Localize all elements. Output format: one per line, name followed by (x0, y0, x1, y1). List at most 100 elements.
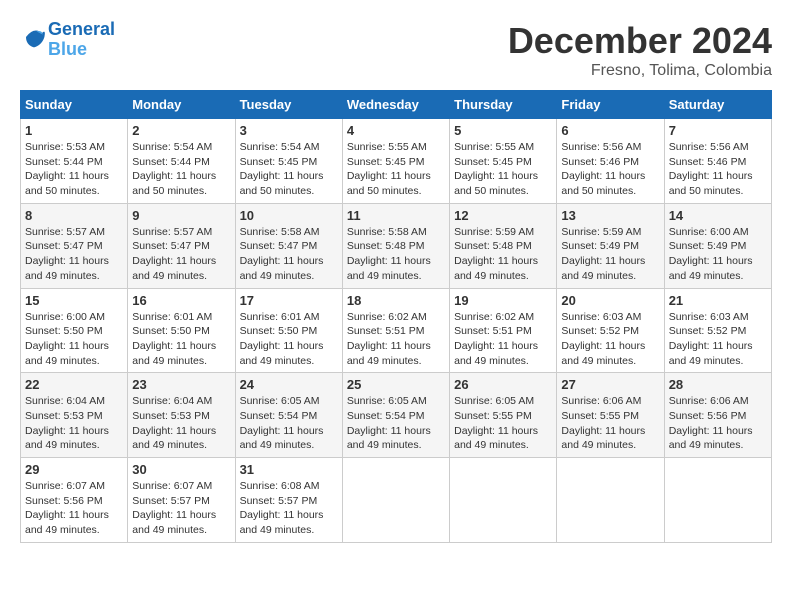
day-info: Sunrise: 6:06 AMSunset: 5:56 PMDaylight:… (669, 394, 767, 453)
header-saturday: Saturday (664, 91, 771, 119)
day-number: 13 (561, 208, 659, 223)
calendar-week-2: 8 Sunrise: 5:57 AMSunset: 5:47 PMDaylight… (21, 203, 772, 288)
calendar-cell: 2Sunrise: 5:54 AMSunset: 5:44 PMDaylight… (128, 119, 235, 204)
day-number: 4 (347, 123, 445, 138)
calendar-cell: 13Sunrise: 5:59 AMSunset: 5:49 PMDayligh… (557, 203, 664, 288)
day-info: Sunrise: 5:58 AMSunset: 5:48 PMDaylight:… (347, 225, 445, 284)
day-number: 12 (454, 208, 552, 223)
header-tuesday: Tuesday (235, 91, 342, 119)
calendar-cell: 26Sunrise: 6:05 AMSunset: 5:55 PMDayligh… (450, 373, 557, 458)
calendar-cell: 31 Sunrise: 6:08 AMSunset: 5:57 PMDayligh… (235, 458, 342, 543)
calendar-cell: 29Sunrise: 6:07 AMSunset: 5:56 PMDayligh… (21, 458, 128, 543)
day-number: 7 (669, 123, 767, 138)
day-number: 17 (240, 293, 338, 308)
calendar-week-1: 1Sunrise: 5:53 AMSunset: 5:44 PMDaylight… (21, 119, 772, 204)
calendar-cell: 7 Sunrise: 5:56 AMSunset: 5:46 PMDaylight… (664, 119, 771, 204)
calendar-cell: 8 Sunrise: 5:57 AMSunset: 5:47 PMDaylight… (21, 203, 128, 288)
calendar-table: SundayMondayTuesdayWednesdayThursdayFrid… (20, 90, 772, 543)
calendar-cell (664, 458, 771, 543)
day-info: Sunrise: 6:07 AMSunset: 5:57 PMDaylight:… (132, 479, 230, 538)
day-info: Sunrise: 6:04 AMSunset: 5:53 PMDaylight:… (132, 394, 230, 453)
day-number: 26 (454, 377, 552, 392)
calendar-cell: 18 Sunrise: 6:02 AMSunset: 5:51 PMDayligh… (342, 288, 449, 373)
calendar-cell: 17 Sunrise: 6:01 AMSunset: 5:50 PMDayligh… (235, 288, 342, 373)
day-info: Sunrise: 5:59 AMSunset: 5:48 PMDaylight:… (454, 225, 552, 284)
calendar-cell: 23 Sunrise: 6:04 AMSunset: 5:53 PMDayligh… (128, 373, 235, 458)
day-info: Sunrise: 6:02 AMSunset: 5:51 PMDaylight:… (454, 310, 552, 369)
header-monday: Monday (128, 91, 235, 119)
logo-text: GeneralBlue (48, 20, 115, 60)
day-info: Sunrise: 6:08 AMSunset: 5:57 PMDaylight:… (240, 479, 338, 538)
day-info: Sunrise: 5:56 AMSunset: 5:46 PMDaylight:… (669, 140, 767, 199)
calendar-cell: 3 Sunrise: 5:54 AMSunset: 5:45 PMDaylight… (235, 119, 342, 204)
calendar-cell (557, 458, 664, 543)
calendar-cell: 9 Sunrise: 5:57 AMSunset: 5:47 PMDaylight… (128, 203, 235, 288)
day-number: 28 (669, 377, 767, 392)
day-info: Sunrise: 5:57 AMSunset: 5:47 PMDaylight:… (25, 225, 123, 284)
day-info: Sunrise: 6:01 AMSunset: 5:50 PMDaylight:… (240, 310, 338, 369)
day-number: 30 (132, 462, 230, 477)
calendar-week-4: 22Sunrise: 6:04 AMSunset: 5:53 PMDayligh… (21, 373, 772, 458)
calendar-cell (342, 458, 449, 543)
calendar-week-5: 29Sunrise: 6:07 AMSunset: 5:56 PMDayligh… (21, 458, 772, 543)
day-info: Sunrise: 6:01 AMSunset: 5:50 PMDaylight:… (132, 310, 230, 369)
day-info: Sunrise: 6:02 AMSunset: 5:51 PMDaylight:… (347, 310, 445, 369)
calendar-cell: 24 Sunrise: 6:05 AMSunset: 5:54 PMDayligh… (235, 373, 342, 458)
header-wednesday: Wednesday (342, 91, 449, 119)
day-info: Sunrise: 5:56 AMSunset: 5:46 PMDaylight:… (561, 140, 659, 199)
day-info: Sunrise: 6:03 AMSunset: 5:52 PMDaylight:… (669, 310, 767, 369)
calendar-cell: 30 Sunrise: 6:07 AMSunset: 5:57 PMDayligh… (128, 458, 235, 543)
logo-icon (22, 25, 46, 49)
logo: GeneralBlue (20, 20, 115, 60)
day-number: 9 (132, 208, 230, 223)
calendar-cell (450, 458, 557, 543)
day-info: Sunrise: 5:54 AMSunset: 5:45 PMDaylight:… (240, 140, 338, 199)
day-info: Sunrise: 6:05 AMSunset: 5:54 PMDaylight:… (240, 394, 338, 453)
day-info: Sunrise: 6:06 AMSunset: 5:55 PMDaylight:… (561, 394, 659, 453)
day-number: 5 (454, 123, 552, 138)
month-title: December 2024 (508, 20, 772, 62)
day-info: Sunrise: 6:05 AMSunset: 5:54 PMDaylight:… (347, 394, 445, 453)
day-number: 29 (25, 462, 123, 477)
calendar-cell: 19 Sunrise: 6:02 AMSunset: 5:51 PMDayligh… (450, 288, 557, 373)
day-info: Sunrise: 5:57 AMSunset: 5:47 PMDaylight:… (132, 225, 230, 284)
header-thursday: Thursday (450, 91, 557, 119)
day-number: 10 (240, 208, 338, 223)
day-number: 6 (561, 123, 659, 138)
calendar-cell: 12 Sunrise: 5:59 AMSunset: 5:48 PMDayligh… (450, 203, 557, 288)
calendar-cell: 14 Sunrise: 6:00 AMSunset: 5:49 PMDayligh… (664, 203, 771, 288)
day-number: 24 (240, 377, 338, 392)
calendar-cell: 25 Sunrise: 6:05 AMSunset: 5:54 PMDayligh… (342, 373, 449, 458)
calendar-cell: 22Sunrise: 6:04 AMSunset: 5:53 PMDayligh… (21, 373, 128, 458)
page-header: GeneralBlue December 2024 Fresno, Tolima… (20, 20, 772, 80)
day-number: 19 (454, 293, 552, 308)
day-number: 11 (347, 208, 445, 223)
calendar-cell: 11 Sunrise: 5:58 AMSunset: 5:48 PMDayligh… (342, 203, 449, 288)
day-info: Sunrise: 5:58 AMSunset: 5:47 PMDaylight:… (240, 225, 338, 284)
day-number: 23 (132, 377, 230, 392)
day-info: Sunrise: 6:04 AMSunset: 5:53 PMDaylight:… (25, 394, 123, 453)
day-info: Sunrise: 5:55 AMSunset: 5:45 PMDaylight:… (454, 140, 552, 199)
calendar-week-3: 15Sunrise: 6:00 AMSunset: 5:50 PMDayligh… (21, 288, 772, 373)
calendar-cell: 15Sunrise: 6:00 AMSunset: 5:50 PMDayligh… (21, 288, 128, 373)
calendar-cell: 27Sunrise: 6:06 AMSunset: 5:55 PMDayligh… (557, 373, 664, 458)
day-info: Sunrise: 5:54 AMSunset: 5:44 PMDaylight:… (132, 140, 230, 199)
calendar-cell: 10 Sunrise: 5:58 AMSunset: 5:47 PMDayligh… (235, 203, 342, 288)
day-info: Sunrise: 5:53 AMSunset: 5:44 PMDaylight:… (25, 140, 123, 199)
calendar-cell: 6 Sunrise: 5:56 AMSunset: 5:46 PMDaylight… (557, 119, 664, 204)
calendar-cell: 16 Sunrise: 6:01 AMSunset: 5:50 PMDayligh… (128, 288, 235, 373)
calendar-cell: 1Sunrise: 5:53 AMSunset: 5:44 PMDaylight… (21, 119, 128, 204)
day-number: 31 (240, 462, 338, 477)
day-number: 14 (669, 208, 767, 223)
day-number: 8 (25, 208, 123, 223)
day-number: 16 (132, 293, 230, 308)
day-number: 21 (669, 293, 767, 308)
day-number: 18 (347, 293, 445, 308)
header-sunday: Sunday (21, 91, 128, 119)
day-info: Sunrise: 5:55 AMSunset: 5:45 PMDaylight:… (347, 140, 445, 199)
calendar-cell: 5 Sunrise: 5:55 AMSunset: 5:45 PMDaylight… (450, 119, 557, 204)
calendar-cell: 4 Sunrise: 5:55 AMSunset: 5:45 PMDaylight… (342, 119, 449, 204)
day-number: 25 (347, 377, 445, 392)
day-number: 3 (240, 123, 338, 138)
day-info: Sunrise: 6:00 AMSunset: 5:49 PMDaylight:… (669, 225, 767, 284)
